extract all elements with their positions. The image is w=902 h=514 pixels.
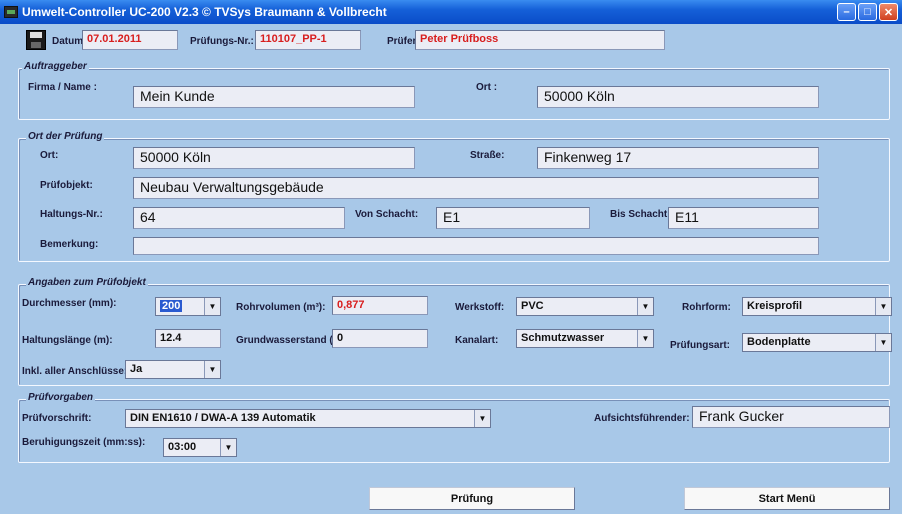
pruefungsart-value: Bodenplatte [747, 336, 811, 348]
dropdown-arrow-icon[interactable]: ▼ [474, 410, 490, 427]
ort-label: Ort: [40, 150, 59, 161]
dropdown-arrow-icon[interactable]: ▼ [204, 361, 220, 378]
firma-field[interactable]: Mein Kunde [133, 86, 415, 108]
dropdown-arrow-icon[interactable]: ▼ [875, 334, 891, 351]
dropdown-arrow-icon[interactable]: ▼ [204, 298, 220, 315]
auftraggeber-ort-label: Ort : [476, 82, 498, 93]
start-menu-button[interactable]: Start Menü [684, 487, 890, 510]
vorschrift-select[interactable]: DIN EN1610 / DWA-A 139 Automatik ▼ [125, 409, 491, 428]
von-schacht-label: Von Schacht: [355, 209, 419, 220]
bis-schacht-label: Bis Schacht: [610, 209, 671, 220]
durchmesser-select[interactable]: 200 ▼ [155, 297, 221, 316]
anschluesse-select[interactable]: Ja ▼ [125, 360, 221, 379]
durchmesser-label: Durchmesser (mm): [22, 298, 117, 309]
grundwasser-field[interactable]: 0 [332, 329, 428, 348]
vorschrift-label: Prüfvorschrift: [22, 413, 92, 424]
durchmesser-value: 200 [160, 300, 183, 312]
firma-label: Firma / Name : [28, 82, 97, 93]
strasse-label: Straße: [470, 150, 505, 161]
pruefer-field[interactable]: Peter Prüfboss [415, 30, 665, 50]
pruefungsart-select[interactable]: Bodenplatte ▼ [742, 333, 892, 352]
dropdown-arrow-icon[interactable]: ▼ [875, 298, 891, 315]
minimize-icon[interactable]: – [837, 3, 856, 21]
kanalart-value: Schmutzwasser [521, 332, 605, 344]
auftraggeber-title: Auftraggeber [22, 61, 89, 72]
auftraggeber-ort-field[interactable]: 50000 Köln [537, 86, 819, 108]
haltungs-nr-label: Haltungs-Nr.: [40, 209, 103, 220]
bemerkung-label: Bemerkung: [40, 239, 99, 250]
aufsicht-field[interactable]: Frank Gucker [692, 406, 890, 428]
window-title: Umwelt-Controller UC-200 V2.3 © TVSys Br… [22, 5, 387, 19]
strasse-field[interactable]: Finkenweg 17 [537, 147, 819, 169]
close-icon[interactable]: ✕ [879, 3, 898, 21]
window-controls: – □ ✕ [837, 3, 898, 21]
floppy-disk-icon[interactable] [26, 30, 46, 50]
beruhigung-label: Beruhigungszeit (mm:ss): [22, 437, 146, 448]
pruefobjekt-field[interactable]: Neubau Verwaltungsgebäude [133, 177, 819, 199]
rohrform-value: Kreisprofil [747, 300, 803, 312]
bis-schacht-field[interactable]: E11 [668, 207, 819, 229]
rohrform-select[interactable]: Kreisprofil ▼ [742, 297, 892, 316]
dropdown-arrow-icon[interactable]: ▼ [637, 330, 653, 347]
pruefungs-nr-label: Prüfungs-Nr.: [190, 36, 254, 47]
vorschrift-value: DIN EN1610 / DWA-A 139 Automatik [130, 412, 316, 424]
aufsicht-label: Aufsichtsführender: [594, 413, 690, 424]
dropdown-arrow-icon[interactable]: ▼ [637, 298, 653, 315]
pruefung-button[interactable]: Prüfung [369, 487, 575, 510]
pruefungsart-label: Prüfungsart: [670, 340, 730, 351]
pruefvorgaben-title: Prüfvorgaben [26, 392, 96, 403]
ort-pruefung-title: Ort der Prüfung [26, 131, 105, 142]
bemerkung-field[interactable] [133, 237, 819, 255]
beruhigung-value: 03:00 [168, 441, 197, 453]
rohrvolumen-field[interactable]: 0,877 [332, 296, 428, 315]
kanalart-label: Kanalart: [455, 335, 499, 346]
anschluesse-label: Inkl. aller Anschlüsse: [22, 366, 128, 377]
pruefobjekt-title: Angaben zum Prüfobjekt [26, 277, 148, 288]
rohrvolumen-label: Rohrvolumen (m³): [236, 302, 326, 313]
datum-field[interactable]: 07.01.2011 [82, 30, 178, 50]
title-bar: Umwelt-Controller UC-200 V2.3 © TVSys Br… [0, 0, 902, 24]
werkstoff-select[interactable]: PVC ▼ [516, 297, 654, 316]
pruefobjekt-label: Prüfobjekt: [40, 180, 93, 191]
anschluesse-value: Ja [130, 363, 143, 375]
app-icon [4, 6, 18, 18]
rohrform-label: Rohrform: [682, 302, 731, 313]
dropdown-arrow-icon[interactable]: ▼ [220, 439, 236, 456]
haltungslaenge-label: Haltungslänge (m): [22, 335, 113, 346]
von-schacht-field[interactable]: E1 [436, 207, 590, 229]
haltungs-nr-field[interactable]: 64 [133, 207, 345, 229]
ort-field[interactable]: 50000 Köln [133, 147, 415, 169]
maximize-icon[interactable]: □ [858, 3, 877, 21]
werkstoff-label: Werkstoff: [455, 302, 505, 313]
beruhigung-select[interactable]: 03:00 ▼ [163, 438, 237, 457]
werkstoff-value: PVC [521, 300, 544, 312]
pruefungs-nr-field[interactable]: 110107_PP-1 [255, 30, 361, 50]
haltungslaenge-field[interactable]: 12.4 [155, 329, 221, 348]
kanalart-select[interactable]: Schmutzwasser ▼ [516, 329, 654, 348]
